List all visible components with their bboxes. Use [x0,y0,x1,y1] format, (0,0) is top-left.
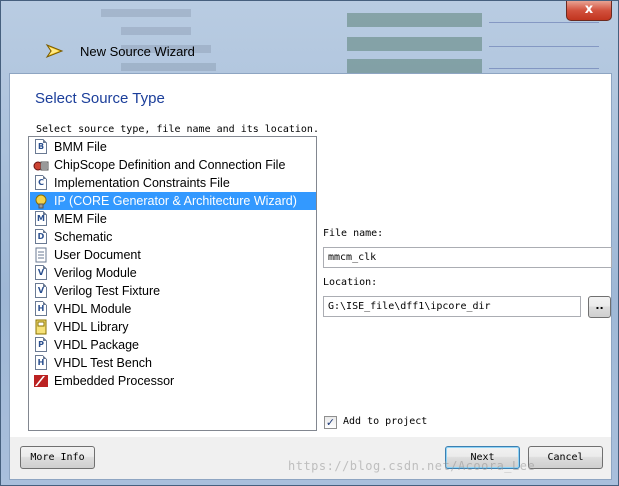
bmm-file-icon: B [33,139,49,155]
list-item[interactable]: P VHDL Package [30,336,316,354]
vhdl-package-icon: P [33,337,49,353]
list-item-label: VHDL Package [54,338,139,352]
close-icon: x [584,2,594,17]
more-info-button[interactable]: More Info [20,446,95,469]
wizard-arrow-icon [45,43,64,59]
browse-button[interactable]: .. [588,296,611,318]
embedded-processor-icon [33,373,49,389]
verilog-module-icon: V [33,265,49,281]
list-item-label: User Document [54,248,141,262]
list-item-label: Embedded Processor [54,374,175,388]
file-name-label: File name: [323,228,384,239]
close-button[interactable]: x [566,1,612,21]
list-item[interactable]: M MEM File [30,210,316,228]
list-item[interactable]: V Verilog Module [30,264,316,282]
list-item[interactable]: C Implementation Constraints File [30,174,316,192]
checkmark-icon: ✓ [325,416,336,429]
location-input[interactable]: G:\ISE_file\dff1\ipcore_dir [323,296,581,317]
list-item[interactable]: H VHDL Test Bench [30,354,316,372]
user-document-icon [33,247,49,263]
list-item[interactable]: Embedded Processor [30,372,316,390]
title-bar: New Source Wizard [1,31,619,71]
list-item[interactable]: V Verilog Test Fixture [30,282,316,300]
list-item-label: VHDL Test Bench [54,356,152,370]
source-type-list[interactable]: B BMM File ChipScope Definition and Connec… [28,136,317,431]
add-to-project-label: Add to project [343,416,428,427]
list-item[interactable]: VHDL Library [30,318,316,336]
list-item-label: VHDL Library [54,320,129,334]
chipscope-icon [33,157,49,173]
list-item-label: VHDL Module [54,302,132,316]
watermark-text: https://blog.csdn.net/Acoora_Lee [288,459,536,473]
constraints-file-icon: C [33,175,49,191]
list-item-label: IP (CORE Generator & Architecture Wizard… [54,194,297,208]
page-title: Select Source Type [35,90,165,107]
list-item-label: Verilog Module [54,266,137,280]
list-item[interactable]: D Schematic [30,228,316,246]
verilog-test-fixture-icon: V [33,283,49,299]
list-item[interactable]: User Document [30,246,316,264]
file-name-input[interactable]: mmcm_clk [323,247,612,268]
list-item-label: Verilog Test Fixture [54,284,161,298]
list-item[interactable]: B BMM File [30,138,316,156]
ip-core-icon [33,193,49,209]
wizard-client-area: Select Source Type Select source type, f… [9,73,612,480]
list-item[interactable]: ChipScope Definition and Connection File [30,156,316,174]
list-item-label: MEM File [54,212,107,226]
schematic-icon: D [33,229,49,245]
instructions-text: Select source type, file name and its lo… [36,124,319,135]
add-to-project-checkbox[interactable]: ✓ [324,416,337,429]
window-title: New Source Wizard [80,44,195,59]
wizard-window: x New Source Wizard Select Source Type S… [0,0,619,486]
list-item-label: Schematic [54,230,113,244]
wizard-page: Select Source Type Select source type, f… [10,74,612,437]
list-item[interactable]: H VHDL Module [30,300,316,318]
list-item[interactable]: IP (CORE Generator & Architecture Wizard… [30,192,316,210]
list-item-label: Implementation Constraints File [54,176,230,190]
vhdl-module-icon: H [33,301,49,317]
list-item-label: ChipScope Definition and Connection File [54,158,286,172]
vhdl-library-icon [33,319,49,335]
cancel-button[interactable]: Cancel [528,446,603,469]
location-label: Location: [323,277,378,288]
mem-file-icon: M [33,211,49,227]
list-item-label: BMM File [54,140,107,154]
vhdl-test-bench-icon: H [33,355,49,371]
